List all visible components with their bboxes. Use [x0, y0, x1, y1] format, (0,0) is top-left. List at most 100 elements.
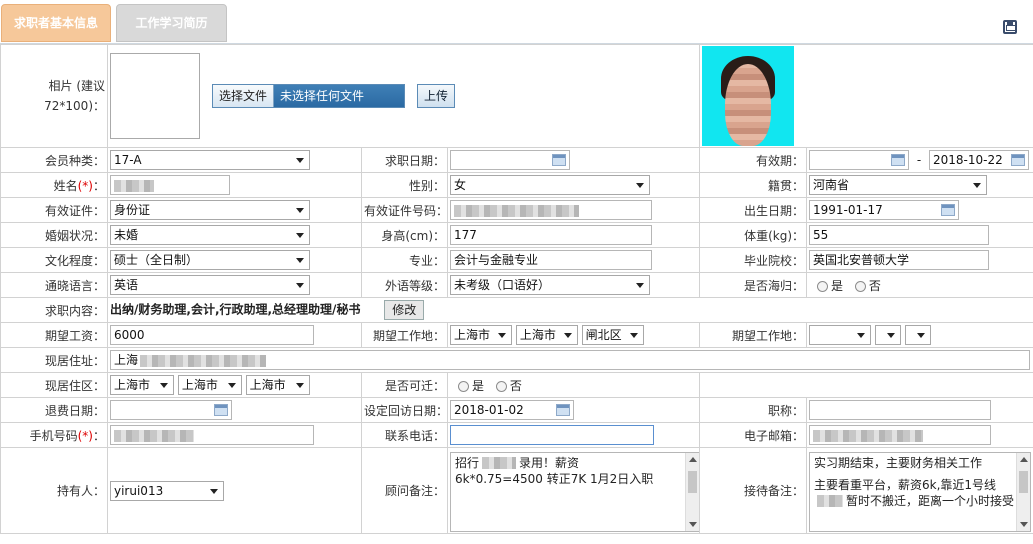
file-status: 未选择任何文件 [274, 85, 405, 107]
work-place2-label: 期望工作地： [699, 322, 808, 348]
file-chooser[interactable]: 选择文件 未选择任何文件 [212, 84, 406, 108]
applicant-photo [702, 46, 795, 146]
id-type-select[interactable]: 身份证 [110, 200, 310, 220]
job-date-input[interactable] [450, 150, 570, 170]
title-input[interactable] [809, 400, 992, 420]
relocate-label: 是否可迁： [361, 372, 448, 398]
save-icon[interactable] [1003, 20, 1017, 34]
height-input[interactable]: 177 [450, 225, 652, 245]
native-select[interactable]: 河南省 [809, 175, 988, 195]
id-number-input[interactable] [450, 200, 652, 220]
calendar-icon[interactable] [214, 404, 228, 416]
calendar-icon[interactable] [1011, 154, 1026, 166]
weight-label: 体重(kg)： [699, 222, 808, 248]
holder-select[interactable]: yirui013 [110, 480, 224, 501]
advisor-note-textarea[interactable]: 招行 录用！薪资 6k*0.75=4500 转正7K 1月2日入职 [450, 451, 699, 532]
callback-date-label: 设定回访日期： [361, 397, 448, 423]
advisor-note-label: 顾问备注： [361, 447, 448, 534]
birth-input[interactable]: 1991-01-17 [809, 200, 960, 220]
calendar-icon[interactable] [556, 404, 570, 416]
tab-bar: 求职者基本信息 工作学习简历 [0, 0, 1033, 44]
tab-basic-info[interactable]: 求职者基本信息 [1, 4, 111, 42]
id-type-label: 有效证件： [0, 197, 108, 223]
relocate-no-label: 否 [509, 378, 522, 393]
edit-job-content-button[interactable]: 修改 [384, 300, 425, 320]
reception-note-textarea[interactable]: 实习期结束，主要财务相关工作 主要看重平台，薪资6k,靠近1号线暂时不搬迁，距离… [809, 451, 1032, 532]
relocate-yes-label: 是 [472, 378, 485, 393]
reception-note-label: 接待备注： [699, 447, 808, 534]
email-input[interactable] [809, 425, 992, 445]
returnee-label: 是否海归： [699, 272, 808, 298]
school-input[interactable]: 英国北安普顿大学 [809, 250, 990, 270]
title-label: 职称： [699, 397, 808, 423]
returnee-no-label: 否 [868, 278, 881, 293]
job-date-label: 求职日期： [361, 147, 448, 173]
work-city-select[interactable]: 上海市 [515, 325, 578, 345]
mobile-label: 手机号码(*)： [0, 422, 108, 448]
work2-district-select[interactable] [904, 325, 931, 345]
upload-button[interactable]: 上传 [417, 84, 456, 108]
work2-city-select[interactable] [874, 325, 901, 345]
tab-resume[interactable]: 工作学习简历 [116, 4, 227, 42]
education-select[interactable]: 硕士（全日制） [110, 250, 310, 270]
residence-label: 现居住区： [0, 372, 108, 398]
returnee-no-radio[interactable] [854, 280, 866, 292]
refund-date-label: 退费日期： [0, 397, 108, 423]
phone-label: 联系电话： [361, 422, 448, 448]
calendar-icon[interactable] [891, 154, 906, 166]
address-input[interactable]: 上海 [110, 350, 1030, 370]
work-province-select[interactable]: 上海市 [450, 325, 512, 345]
applicant-form: 相片 (建议72*100)： 选择文件 未选择任何文件 上传 会员种类： 17-A… [0, 44, 1033, 534]
returnee-yes-radio[interactable] [817, 280, 829, 292]
mobile-input[interactable] [110, 425, 314, 445]
residence-district-select[interactable]: 上海市 [245, 375, 310, 395]
salary-input[interactable]: 6000 [110, 325, 314, 345]
major-input[interactable]: 会计与金融专业 [450, 250, 652, 270]
holder-label: 持有人： [0, 447, 108, 534]
photo-label: 相片 (建议72*100)： [0, 44, 108, 148]
work2-province-select[interactable] [809, 325, 872, 345]
relocate-yes-radio[interactable] [458, 380, 469, 392]
callback-date-input[interactable]: 2018-01-02 [450, 400, 574, 420]
education-label: 文化程度： [0, 247, 108, 273]
id-number-label: 有效证件号码： [361, 197, 448, 223]
language-label: 通晓语言： [0, 272, 108, 298]
photo-upload-cell: 选择文件 未选择任何文件 上传 [106, 44, 701, 148]
residence-city-select[interactable]: 上海市 [177, 375, 242, 395]
member-type-label: 会员种类： [0, 147, 108, 173]
native-label: 籍贯： [699, 172, 808, 198]
gender-select[interactable]: 女 [450, 175, 650, 195]
choose-file-button[interactable]: 选择文件 [213, 85, 275, 107]
marital-select[interactable]: 未婚 [110, 225, 310, 245]
valid-end-input[interactable]: 2018-10-22 [929, 150, 1030, 170]
email-label: 电子邮箱： [699, 422, 808, 448]
refund-date-input[interactable] [110, 400, 232, 420]
job-content-value: 出纳/财务助理,会计,行政助理,总经理助理/秘书 [110, 302, 361, 317]
marital-label: 婚姻状况： [0, 222, 108, 248]
valid-period-separator: - [916, 152, 922, 167]
returnee-yes-label: 是 [831, 278, 844, 293]
language-select[interactable]: 英语 [110, 275, 310, 295]
birth-label: 出生日期： [699, 197, 808, 223]
advisor-note-scrollbar[interactable] [685, 452, 699, 531]
salary-label: 期望工资： [0, 322, 108, 348]
valid-period-label: 有效期： [699, 147, 808, 173]
photo-cell [699, 44, 1033, 148]
member-type-select[interactable]: 17-A [110, 150, 310, 170]
reception-note-scrollbar[interactable] [1016, 452, 1031, 531]
phone-input[interactable] [450, 425, 654, 445]
lang-level-select[interactable]: 未考级（口语好） [450, 275, 650, 295]
name-input[interactable] [110, 175, 230, 195]
relocate-no-radio[interactable] [495, 380, 507, 392]
lang-level-label: 外语等级： [361, 272, 448, 298]
job-content-label: 求职内容： [0, 297, 108, 323]
gender-label: 性别： [361, 172, 448, 198]
valid-start-input[interactable] [809, 150, 910, 170]
weight-input[interactable]: 55 [809, 225, 990, 245]
major-label: 专业： [361, 247, 448, 273]
residence-province-select[interactable]: 上海市 [110, 375, 174, 395]
calendar-icon[interactable] [552, 154, 566, 166]
work-district-select[interactable]: 闸北区 [581, 325, 644, 345]
height-label: 身高(cm)： [361, 222, 448, 248]
calendar-icon[interactable] [941, 204, 956, 216]
